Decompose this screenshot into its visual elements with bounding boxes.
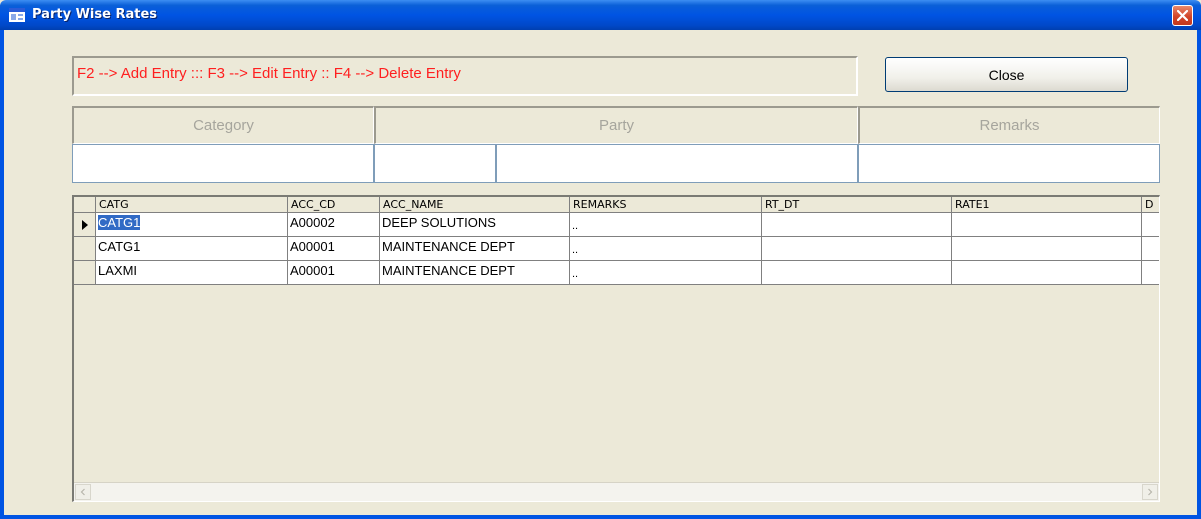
shortcut-hint-text: F2 --> Add Entry ::: F3 --> Edit Entry :… <box>77 65 461 82</box>
cell-acc-cd[interactable]: A00001 <box>288 237 380 261</box>
triangle-right-icon <box>82 220 88 230</box>
column-header-acc-name[interactable]: ACC_NAME <box>380 197 570 213</box>
cell-rate1[interactable] <box>952 237 1142 261</box>
remarks-input[interactable] <box>858 144 1160 183</box>
row-selector-header <box>74 197 96 213</box>
window-title: Party Wise Rates <box>32 7 158 22</box>
table-row[interactable]: LAXMI A00001 MAINTENANCE DEPT .. <box>74 261 1159 285</box>
cell-catg[interactable]: CATG1 <box>96 213 288 237</box>
row-selector[interactable] <box>74 213 96 237</box>
column-header-d[interactable]: D <box>1142 197 1159 213</box>
cell-acc-name[interactable]: MAINTENANCE DEPT <box>380 237 570 261</box>
cell-catg[interactable]: LAXMI <box>96 261 288 285</box>
table-row[interactable]: CATG1 A00001 MAINTENANCE DEPT .. <box>74 237 1159 261</box>
party-header: Party <box>374 106 858 144</box>
cell-remarks[interactable]: .. <box>570 237 762 261</box>
cell-acc-name[interactable]: DEEP SOLUTIONS <box>380 213 570 237</box>
cell-acc-cd[interactable]: A00001 <box>288 261 380 285</box>
window-frame-bottom <box>0 515 1201 519</box>
column-header-remarks[interactable]: REMARKS <box>570 197 762 213</box>
cell-rate1[interactable] <box>952 261 1142 285</box>
window-frame-right <box>1197 30 1201 519</box>
cell-catg[interactable]: CATG1 <box>96 237 288 261</box>
category-input[interactable] <box>72 144 374 183</box>
cell-rt-dt[interactable] <box>762 261 952 285</box>
rates-grid[interactable]: CATG ACC_CD ACC_NAME REMARKS RT_DT RATE1… <box>72 195 1160 502</box>
column-header-acc-cd[interactable]: ACC_CD <box>288 197 380 213</box>
close-button[interactable]: Close <box>885 57 1128 92</box>
cell-remarks[interactable]: .. <box>570 261 762 285</box>
selected-cell-text: CATG1 <box>98 215 141 230</box>
row-selector[interactable] <box>74 261 96 285</box>
cell-rate1[interactable] <box>952 213 1142 237</box>
cell-d[interactable] <box>1142 213 1159 237</box>
chevron-right-icon <box>1148 488 1153 496</box>
scroll-left-button[interactable] <box>75 484 91 500</box>
category-header: Category <box>72 106 374 144</box>
column-header-catg[interactable]: CATG <box>96 197 288 213</box>
title-bar[interactable]: Party Wise Rates <box>0 0 1201 30</box>
party-code-input[interactable] <box>374 144 496 183</box>
column-header-rate1[interactable]: RATE1 <box>952 197 1142 213</box>
horizontal-scrollbar[interactable] <box>74 482 1159 501</box>
chevron-left-icon <box>80 488 85 496</box>
cell-remarks[interactable]: .. <box>570 213 762 237</box>
cell-d[interactable] <box>1142 261 1159 285</box>
row-selector[interactable] <box>74 237 96 261</box>
party-name-input[interactable] <box>496 144 858 183</box>
window-close-button[interactable] <box>1172 5 1193 26</box>
column-header-rt-dt[interactable]: RT_DT <box>762 197 952 213</box>
app-window-icon <box>9 8 25 22</box>
window-frame-left <box>0 30 4 519</box>
close-x-icon <box>1177 10 1188 21</box>
cell-rt-dt[interactable] <box>762 237 952 261</box>
table-row[interactable]: CATG1 A00002 DEEP SOLUTIONS .. <box>74 213 1159 237</box>
cell-d[interactable] <box>1142 237 1159 261</box>
remarks-header: Remarks <box>858 106 1160 144</box>
shortcut-hint-box: F2 --> Add Entry ::: F3 --> Edit Entry :… <box>72 56 858 96</box>
cell-acc-cd[interactable]: A00002 <box>288 213 380 237</box>
scroll-right-button[interactable] <box>1142 484 1158 500</box>
cell-rt-dt[interactable] <box>762 213 952 237</box>
cell-acc-name[interactable]: MAINTENANCE DEPT <box>380 261 570 285</box>
party-wise-rates-window: Party Wise Rates F2 --> Add Entry ::: F3… <box>0 0 1201 519</box>
